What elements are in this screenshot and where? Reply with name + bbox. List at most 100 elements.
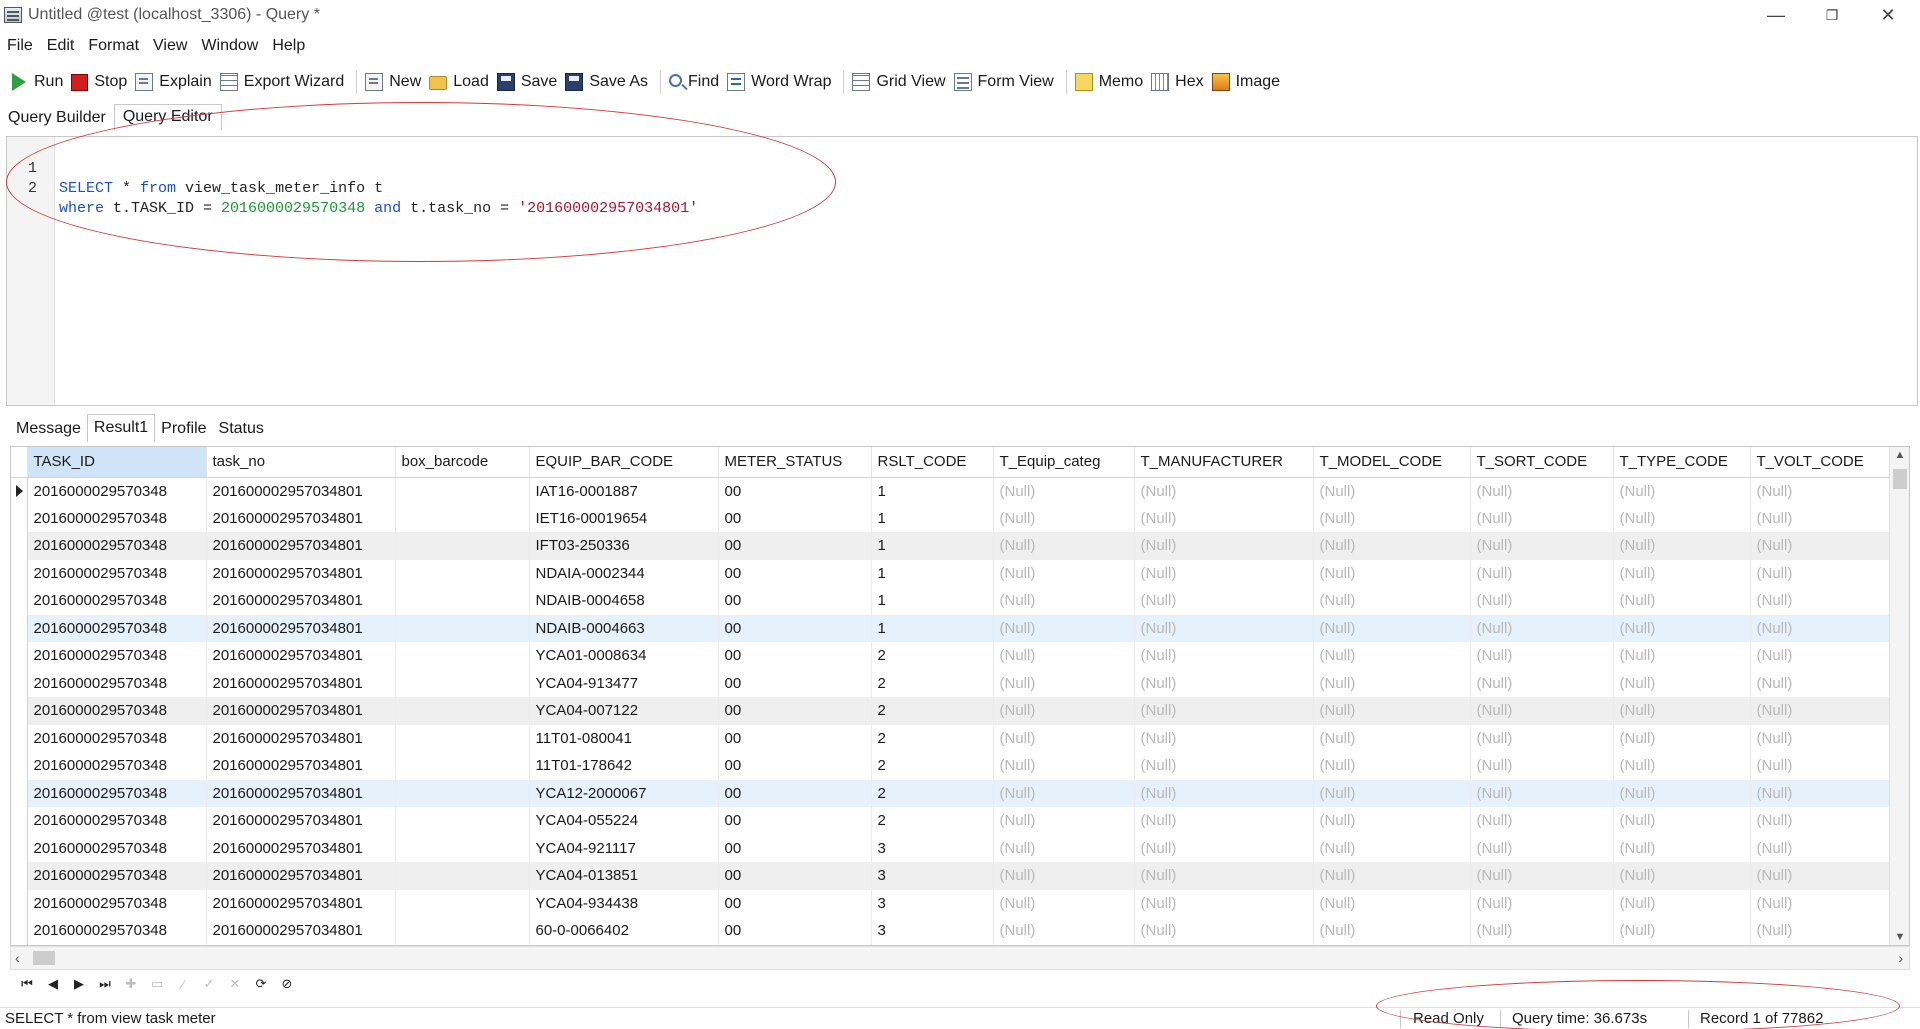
table-cell[interactable]: (Null) xyxy=(1470,917,1614,945)
table-cell[interactable]: (Null) xyxy=(1613,779,1751,807)
table-cell[interactable]: (Null) xyxy=(1750,862,1891,890)
table-cell[interactable]: (Null) xyxy=(1750,697,1891,725)
table-cell[interactable]: (Null) xyxy=(1750,917,1891,945)
table-cell[interactable]: (Null) xyxy=(1613,889,1751,917)
table-cell[interactable]: (Null) xyxy=(1613,614,1751,642)
table-cell[interactable]: (Null) xyxy=(993,559,1135,587)
row-header[interactable] xyxy=(11,504,28,532)
table-cell[interactable]: (Null) xyxy=(1750,779,1891,807)
table-cell[interactable]: (Null) xyxy=(1750,807,1891,835)
table-cell[interactable]: (Null) xyxy=(993,477,1135,505)
table-cell[interactable]: (Null) xyxy=(1750,724,1891,752)
table-cell[interactable]: (Null) xyxy=(1750,477,1891,505)
table-cell[interactable]: (Null) xyxy=(1134,587,1314,615)
table-cell[interactable] xyxy=(395,779,530,807)
discard-changes-button[interactable]: ✕ xyxy=(222,973,248,995)
table-cell[interactable] xyxy=(395,917,530,945)
table-cell[interactable]: 201600002957034801 xyxy=(206,559,396,587)
row-header[interactable] xyxy=(11,889,28,917)
table-cell[interactable]: (Null) xyxy=(1613,917,1751,945)
table-cell[interactable]: 201600002957034801 xyxy=(206,477,396,505)
table-cell[interactable]: (Null) xyxy=(1613,724,1751,752)
table-cell[interactable]: (Null) xyxy=(1470,807,1614,835)
table-cell[interactable]: (Null) xyxy=(1470,752,1614,780)
row-header[interactable] xyxy=(11,724,28,752)
table-cell[interactable]: (Null) xyxy=(1134,834,1314,862)
table-cell[interactable]: (Null) xyxy=(1470,889,1614,917)
table-cell[interactable] xyxy=(395,834,530,862)
table-cell[interactable]: 3 xyxy=(871,889,994,917)
row-header[interactable] xyxy=(11,862,28,890)
table-cell[interactable]: (Null) xyxy=(1134,889,1314,917)
column-header[interactable]: T_MANUFACTURER xyxy=(1134,447,1314,478)
menu-view[interactable]: View xyxy=(146,37,194,55)
table-cell[interactable]: 2016000029570348 xyxy=(27,779,207,807)
row-header[interactable] xyxy=(11,752,28,780)
table-cell[interactable]: (Null) xyxy=(993,697,1135,725)
table-cell[interactable]: 3 xyxy=(871,917,994,945)
table-cell[interactable]: IET16-00019654 xyxy=(529,504,719,532)
table-cell[interactable]: NDAIA-0002344 xyxy=(529,559,719,587)
row-header[interactable] xyxy=(11,587,28,615)
column-header[interactable]: METER_STATUS xyxy=(718,447,872,478)
menu-help[interactable]: Help xyxy=(265,37,312,55)
table-cell[interactable]: (Null) xyxy=(1470,834,1614,862)
tab-message[interactable]: Message xyxy=(10,416,87,442)
table-cell[interactable]: (Null) xyxy=(1313,642,1471,670)
table-cell[interactable]: (Null) xyxy=(1134,779,1314,807)
table-cell[interactable]: (Null) xyxy=(1613,504,1751,532)
column-header[interactable]: task_no xyxy=(206,447,396,478)
table-cell[interactable]: YCA04-055224 xyxy=(529,807,719,835)
table-cell[interactable]: 201600002957034801 xyxy=(206,532,396,560)
scroll-right-icon[interactable]: › xyxy=(1898,950,1903,966)
table-cell[interactable]: IFT03-250336 xyxy=(529,532,719,560)
scroll-up-icon[interactable]: ▲ xyxy=(1894,449,1906,461)
table-row[interactable]: 2016000029570348 201600002957034801 NDAIB-… xyxy=(11,587,1891,615)
table-row[interactable]: 2016000029570348 201600002957034801 YCA01-… xyxy=(11,642,1891,670)
table-cell[interactable]: 2016000029570348 xyxy=(27,477,207,505)
table-cell[interactable]: (Null) xyxy=(1313,779,1471,807)
table-cell[interactable]: 201600002957034801 xyxy=(206,669,396,697)
table-cell[interactable] xyxy=(395,504,530,532)
table-cell[interactable] xyxy=(395,752,530,780)
table-cell[interactable]: (Null) xyxy=(1613,669,1751,697)
table-cell[interactable]: (Null) xyxy=(1134,559,1314,587)
stop-query-button[interactable]: Stop xyxy=(69,68,133,96)
find-button[interactable]: Find xyxy=(667,68,725,96)
table-cell[interactable]: (Null) xyxy=(1313,504,1471,532)
restore-button[interactable]: ❐ xyxy=(1804,0,1860,30)
table-cell[interactable]: 2016000029570348 xyxy=(27,917,207,945)
table-cell[interactable]: 201600002957034801 xyxy=(206,504,396,532)
table-cell[interactable]: 00 xyxy=(718,504,872,532)
table-cell[interactable]: 00 xyxy=(718,917,872,945)
table-cell[interactable]: (Null) xyxy=(1134,669,1314,697)
table-cell[interactable]: (Null) xyxy=(1313,889,1471,917)
table-cell[interactable]: (Null) xyxy=(1313,862,1471,890)
table-cell[interactable]: (Null) xyxy=(1470,697,1614,725)
table-cell[interactable]: (Null) xyxy=(993,917,1135,945)
table-row[interactable]: 2016000029570348 201600002957034801 YCA04-… xyxy=(11,862,1891,890)
menu-edit[interactable]: Edit xyxy=(40,37,82,55)
grid-view-button[interactable]: Grid View xyxy=(850,68,951,96)
menu-format[interactable]: Format xyxy=(81,37,146,55)
table-cell[interactable]: (Null) xyxy=(1134,862,1314,890)
table-cell[interactable] xyxy=(395,697,530,725)
table-cell[interactable]: 2 xyxy=(871,697,994,725)
table-cell[interactable] xyxy=(395,587,530,615)
table-cell[interactable]: YCA04-913477 xyxy=(529,669,719,697)
table-cell[interactable]: (Null) xyxy=(1470,477,1614,505)
image-button[interactable]: Image xyxy=(1210,68,1286,96)
menu-file[interactable]: File xyxy=(0,37,40,55)
row-header[interactable] xyxy=(11,807,28,835)
table-cell[interactable]: YCA04-921117 xyxy=(529,834,719,862)
result-grid[interactable]: TASK_ID task_no box_barcode EQUIP_BAR_CODE M… xyxy=(10,446,1910,946)
table-row[interactable]: 2016000029570348 201600002957034801 IFT03-… xyxy=(11,532,1891,560)
table-cell[interactable]: (Null) xyxy=(1313,587,1471,615)
table-cell[interactable] xyxy=(395,669,530,697)
table-cell[interactable]: (Null) xyxy=(993,504,1135,532)
table-cell[interactable]: YCA04-934438 xyxy=(529,889,719,917)
table-cell[interactable]: 2016000029570348 xyxy=(27,697,207,725)
table-row[interactable]: 2016000029570348 201600002957034801 YCA04-… xyxy=(11,697,1891,725)
table-cell[interactable]: (Null) xyxy=(1313,614,1471,642)
table-cell[interactable] xyxy=(395,532,530,560)
